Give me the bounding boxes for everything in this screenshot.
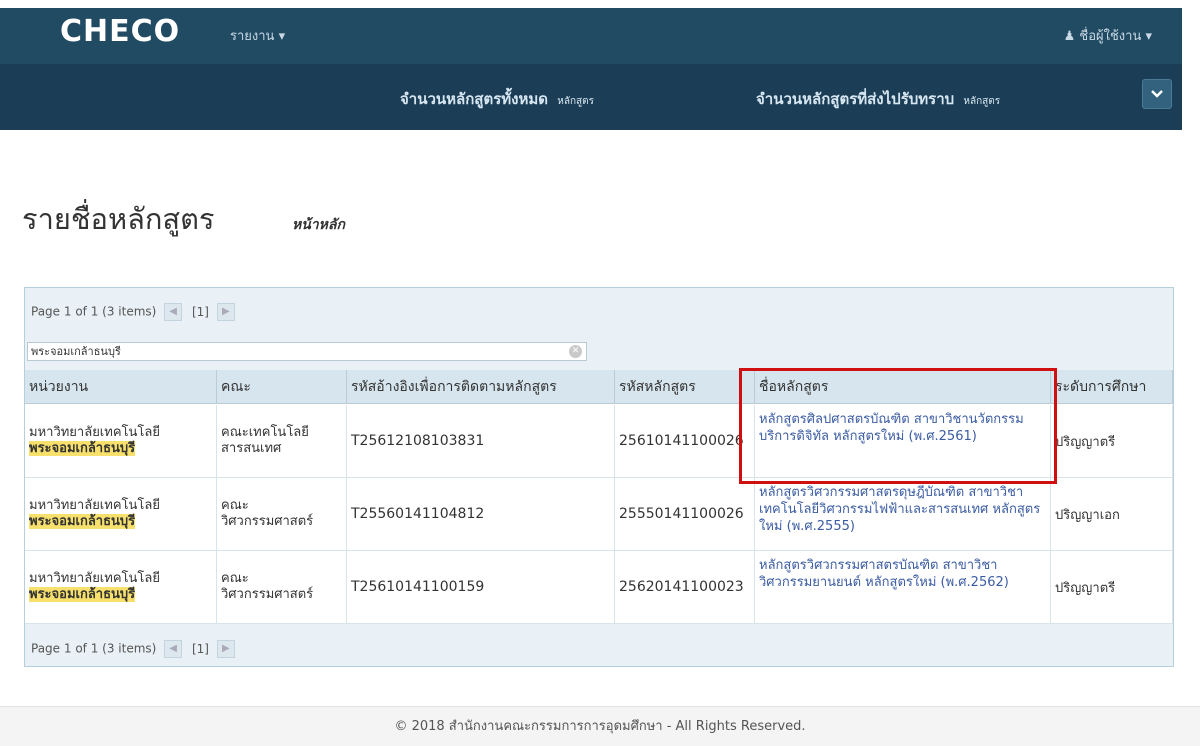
user-menu[interactable]: ♟ ชื่อผู้ใช้งาน ▾ bbox=[1064, 25, 1152, 46]
table-row-unit: มหาวิทยาลัยเทคโนโลยี พระจอมเกล้าธนบุรี bbox=[25, 551, 217, 624]
user-icon: ♟ bbox=[1063, 29, 1076, 44]
faculty-name-line1: คณะ bbox=[221, 571, 249, 586]
course-code-cell: 25610141100026 bbox=[615, 405, 755, 478]
faculty-name-line1: คณะเทคโนโลยี bbox=[221, 425, 309, 440]
course-code-cell: 25550141100026 bbox=[615, 478, 755, 551]
unit-name-highlight: พระจอมเกล้าธนบุรี bbox=[29, 514, 136, 529]
table-row-unit: มหาวิทยาลัยเทคโนโลยี พระจอมเกล้าธนบุรี bbox=[25, 405, 217, 478]
table-row-faculty: คณะ วิศวกรรมศาสตร์ bbox=[217, 478, 347, 551]
ref-code-cell: T25612108103831 bbox=[347, 405, 615, 478]
stats-bar: จำนวนหลักสูตรทั้งหมด หลักสูตร จำนวนหลักส… bbox=[0, 64, 1182, 130]
course-name-cell: หลักสูตรวิศวกรรมศาสตรบัณฑิต สาขาวิชาวิศว… bbox=[755, 551, 1051, 624]
page-title: รายชื่อหลักสูตร bbox=[22, 202, 215, 236]
page-subtitle: หน้าหลัก bbox=[292, 217, 345, 233]
column-header-faculty[interactable]: คณะ bbox=[217, 370, 347, 404]
stats-toggle-button[interactable] bbox=[1142, 79, 1172, 109]
report-menu[interactable]: รายงาน ▾ bbox=[230, 25, 285, 46]
faculty-name-line1: คณะ bbox=[221, 498, 249, 513]
prev-page-button[interactable]: ◀ bbox=[164, 303, 183, 321]
ref-code-cell: T25560141104812 bbox=[347, 478, 615, 551]
table-row-faculty: คณะ วิศวกรรมศาสตร์ bbox=[217, 551, 347, 624]
level-cell: ปริญญาเอก bbox=[1051, 478, 1173, 551]
top-strip bbox=[0, 0, 1200, 8]
bottom-pager: Page 1 of 1 (3 items) ◀ [1] ▶ bbox=[31, 640, 235, 658]
table-row-unit: มหาวิทยาลัยเทคโนโลยี พระจอมเกล้าธนบุรี bbox=[25, 478, 217, 551]
unit-name-highlight: พระจอมเกล้าธนบุรี bbox=[29, 441, 136, 456]
column-header-ref-code[interactable]: รหัสอ้างอิงเพื่อการติดตามหลักสูตร bbox=[347, 370, 615, 404]
total-courses-unit: หลักสูตร bbox=[557, 96, 594, 107]
ref-code-cell: T25610141100159 bbox=[347, 551, 615, 624]
faculty-name-line2: วิศวกรรมศาสตร์ bbox=[221, 514, 314, 529]
column-header-course-code[interactable]: รหัสหลักสูตร bbox=[615, 370, 755, 404]
navbar: CHECO รายงาน ▾ ♟ ชื่อผู้ใช้งาน ▾ bbox=[0, 8, 1182, 64]
chevron-down-icon bbox=[1151, 90, 1163, 98]
level-cell: ปริญญาตรี bbox=[1051, 551, 1173, 624]
faculty-name-line2: วิศวกรรมศาสตร์ bbox=[221, 587, 314, 602]
pager-summary: Page 1 of 1 (3 items) bbox=[31, 304, 157, 319]
filter-value: พระจอมเกล้าธนบุรี bbox=[31, 345, 121, 358]
course-code-cell: 25620141100023 bbox=[615, 551, 755, 624]
next-page-button[interactable]: ▶ bbox=[216, 303, 235, 321]
level-cell: ปริญญาตรี bbox=[1051, 405, 1173, 478]
sent-courses-stat[interactable]: จำนวนหลักสูตรที่ส่งไปรับทราบ หลักสูตร bbox=[756, 87, 1000, 111]
course-name-link[interactable]: หลักสูตรวิศวกรรมศาสตรบัณฑิต สาขาวิชาวิศว… bbox=[759, 558, 1009, 590]
page-footer: © 2018 สำนักงานคณะกรรมการการอุดมศึกษา - … bbox=[0, 706, 1200, 746]
brand-logo[interactable]: CHECO bbox=[60, 14, 180, 49]
faculty-name-line2: สารสนเทศ bbox=[221, 441, 282, 456]
unit-name-line1: มหาวิทยาลัยเทคโนโลยี bbox=[29, 571, 160, 586]
column-header-unit[interactable]: หน่วยงาน bbox=[25, 370, 217, 404]
prev-page-button[interactable]: ◀ bbox=[164, 640, 183, 658]
course-name-cell: หลักสูตรวิศวกรรมศาสตรดุษฎีบัณฑิต สาขาวิช… bbox=[755, 478, 1051, 551]
column-header-level[interactable]: ระดับการศึกษา bbox=[1051, 370, 1173, 404]
unit-name-highlight: พระจอมเกล้าธนบุรี bbox=[29, 587, 136, 602]
sent-courses-unit: หลักสูตร bbox=[963, 96, 1001, 107]
sent-courses-label: จำนวนหลักสูตรที่ส่งไปรับทราบ bbox=[756, 90, 955, 108]
page-number[interactable]: [1] bbox=[192, 642, 209, 656]
user-menu-label: ชื่อผู้ใช้งาน ▾ bbox=[1079, 29, 1152, 44]
total-courses-stat[interactable]: จำนวนหลักสูตรทั้งหมด หลักสูตร bbox=[400, 87, 594, 111]
total-courses-label: จำนวนหลักสูตรทั้งหมด bbox=[400, 90, 548, 108]
next-page-button[interactable]: ▶ bbox=[216, 640, 235, 658]
clear-filter-icon[interactable]: ✕ bbox=[569, 345, 582, 358]
filter-input[interactable]: พระจอมเกล้าธนบุรี ✕ bbox=[27, 342, 587, 361]
annotation-highlight-box bbox=[739, 368, 1057, 484]
unit-name-line1: มหาวิทยาลัยเทคโนโลยี bbox=[29, 498, 160, 513]
pager-summary: Page 1 of 1 (3 items) bbox=[31, 641, 157, 656]
top-pager: Page 1 of 1 (3 items) ◀ [1] ▶ bbox=[31, 303, 235, 321]
table-row-faculty: คณะเทคโนโลยี สารสนเทศ bbox=[217, 405, 347, 478]
course-name-link[interactable]: หลักสูตรวิศวกรรมศาสตรดุษฎีบัณฑิต สาขาวิช… bbox=[759, 485, 1040, 534]
unit-name-line1: มหาวิทยาลัยเทคโนโลยี bbox=[29, 425, 160, 440]
page-number[interactable]: [1] bbox=[192, 305, 209, 319]
